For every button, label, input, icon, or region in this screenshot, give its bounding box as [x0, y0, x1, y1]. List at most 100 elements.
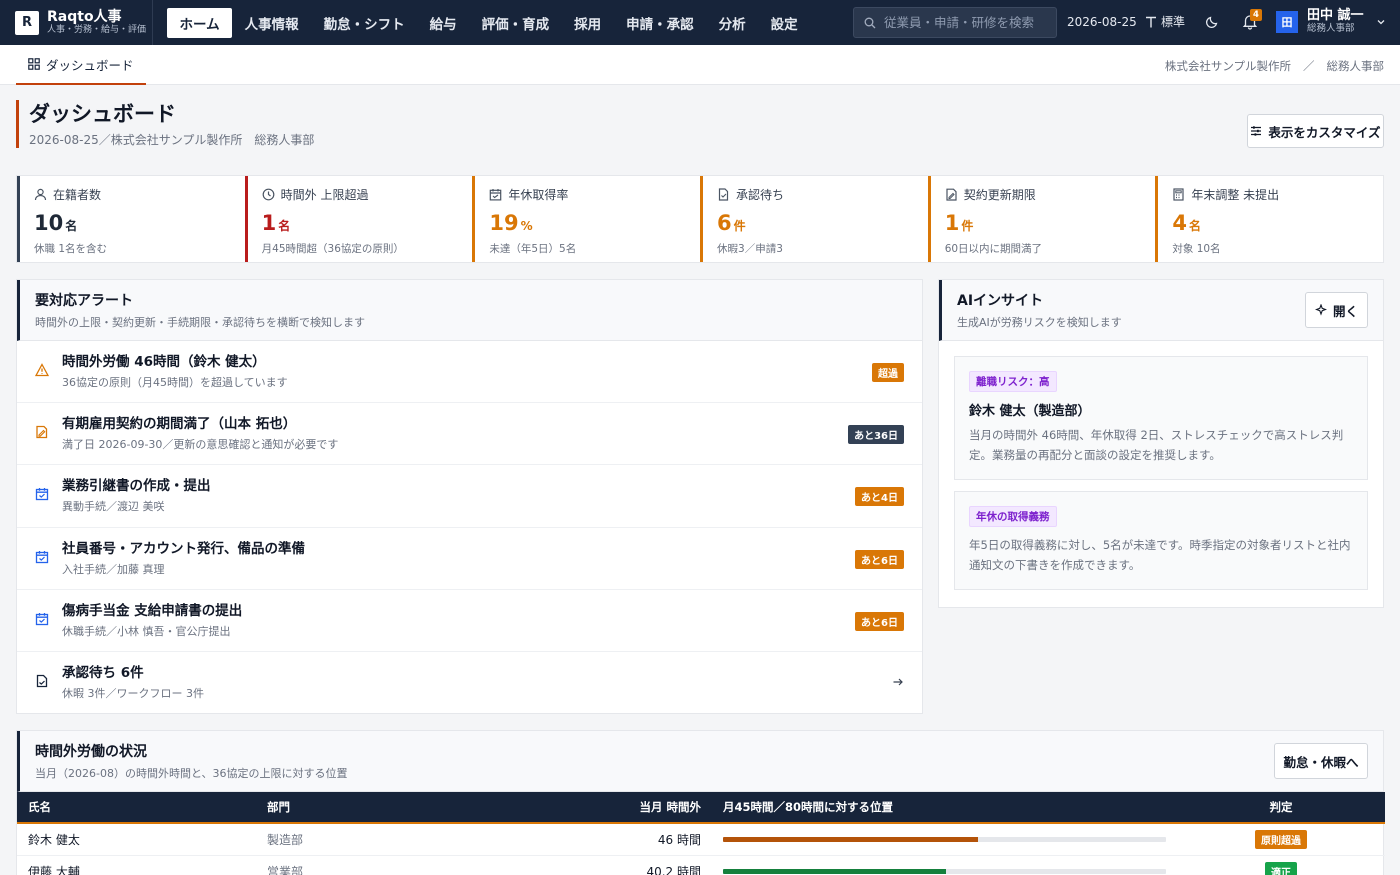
employee-name[interactable]: 伊藤 大輔	[17, 855, 256, 875]
insight-text: 年5日の取得義務に対し、5名が未達です。時季指定の対象者リストと社内通知文の下書…	[969, 538, 1351, 572]
overtime-position-cell	[712, 855, 1177, 875]
calendar-check-icon	[35, 550, 49, 568]
brand-logo: R	[15, 10, 39, 35]
alert-title: 業務引継書の作成・提出	[62, 478, 211, 495]
judgement-cell: 適正	[1177, 855, 1385, 875]
kpi-value: 10 名	[34, 210, 245, 239]
user-dept: 総務人事部	[1307, 23, 1355, 34]
kpi-number: 10	[34, 211, 64, 235]
nav-requests[interactable]: 申請・承認	[614, 8, 707, 38]
table-row[interactable]: 伊藤 大輔 営業部 40.2 時間 適正	[17, 855, 1385, 875]
alert-item[interactable]: 傷病手当金 支給申請書の提出 休職手続／小林 慎吾・官公庁提出 あと6日	[17, 590, 922, 652]
nav-recruiting[interactable]: 採用	[562, 8, 614, 38]
alert-item[interactable]: 社員番号・アカウント発行、備品の準備 入社手続／加藤 真理 あと6日	[17, 528, 922, 590]
alert-detail: 休職手続／小林 慎吾・官公庁提出	[62, 624, 231, 638]
insight-tag: 年休の取得義務	[969, 506, 1057, 527]
arrow-right-icon[interactable]	[892, 676, 904, 688]
main-nav: ホーム 人事情報 勤怠・シフト 給与 評価・育成 採用 申請・承認 分析 設定	[167, 0, 810, 45]
breadcrumb-department[interactable]: 総務人事部	[1327, 58, 1385, 74]
overtime-bar	[723, 836, 1166, 842]
alert-detail: 36協定の原則（月45時間）を超過しています	[62, 376, 288, 389]
alert-title: 承認待ち 6件	[62, 664, 144, 681]
kpi-unit: 名	[278, 219, 291, 233]
chevron-down-icon	[1377, 20, 1384, 25]
column-header-dept[interactable]: 部門	[256, 792, 486, 824]
table-row[interactable]: 鈴木 健太 製造部 46 時間 原則超過	[17, 823, 1385, 856]
column-header-judgement: 判定	[1177, 792, 1385, 824]
ai-insight-card[interactable]: 離職リスク：高 鈴木 健太（製造部） 当月の時間外 46時間、年休取得 2日、ス…	[954, 356, 1368, 480]
user-menu[interactable]: 田 田中 誠一 総務人事部	[1276, 9, 1386, 35]
kpi-unit: 名	[65, 219, 78, 233]
alert-detail: 入社手続／加藤 真理	[62, 562, 165, 576]
overtime-hours: 46 時間	[486, 823, 712, 856]
customize-button-label: 表示をカスタマイズ	[1268, 124, 1381, 140]
kpi-unit: %	[520, 219, 533, 233]
kpi-note: 対象 10名	[1172, 243, 1221, 255]
sparkle-icon	[1314, 304, 1327, 316]
kpi-card[interactable]: 在籍者数 10 名 休職 1名を含む	[17, 176, 245, 262]
alert-item[interactable]: 有期雇用契約の期間満了（山本 拓也） 満了日 2026-09-30／更新の意思確…	[17, 403, 922, 466]
overtime-hours: 40.2 時間	[486, 855, 712, 875]
search-input[interactable]	[884, 15, 1054, 30]
alert-item[interactable]: 業務引継書の作成・提出 異動手続／渡辺 美咲 あと4日	[17, 465, 922, 528]
nav-evaluation[interactable]: 評価・育成	[469, 8, 562, 38]
nav-payroll[interactable]: 給与	[417, 8, 469, 38]
overtime-panel-header: 時間外労働の状況 当月（2026-08）の時間外時間と、36協定の上限に対する位…	[17, 731, 1383, 792]
kpi-label: 契約更新期限	[963, 188, 1036, 202]
attendance-link-button[interactable]: 勤怠・休暇へ	[1274, 743, 1368, 779]
kpi-label-row: 年末調整 未提出	[1172, 186, 1383, 203]
top-navigation-bar: R Raqto人事 人事・労務・給与・評価 ホーム 人事情報 勤怠・シフト 給与…	[0, 0, 1400, 45]
contract-icon	[945, 188, 958, 201]
kpi-note: 60日以内に期間満了	[944, 243, 1043, 255]
kpi-label-row: 契約更新期限	[945, 186, 1156, 203]
column-header-hours[interactable]: 当月 時間外	[486, 792, 712, 824]
kpi-label: 承認待ち	[736, 188, 785, 202]
breadcrumb-company[interactable]: 株式会社サンプル製作所	[1165, 58, 1291, 74]
column-header-name[interactable]: 氏名	[17, 792, 256, 824]
grid-icon	[28, 58, 40, 70]
ai-insight-card[interactable]: 年休の取得義務 年5日の取得義務に対し、5名が未達です。時季指定の対象者リストと…	[954, 491, 1368, 590]
nav-home[interactable]: ホーム	[167, 7, 233, 38]
kpi-note: 未達（年5日）5名	[489, 243, 577, 255]
approval-doc-icon	[35, 674, 49, 692]
kpi-number: 6	[717, 211, 732, 235]
kpi-card[interactable]: 契約更新期限 1件 60日以内に期間満了	[927, 176, 1156, 262]
kpi-card[interactable]: 時間外 上限超過 1名 月45時間超（36協定の原則）	[244, 176, 473, 262]
global-search[interactable]	[853, 7, 1057, 38]
nav-analytics[interactable]: 分析	[706, 8, 758, 38]
judgement-cell: 原則超過	[1177, 823, 1385, 856]
alert-item[interactable]: 承認待ち 6件 休暇 3件／ワークフロー 3件	[17, 652, 922, 714]
kpi-card[interactable]: 年末調整 未提出 4名 対象 10名	[1155, 176, 1383, 262]
alert-status-badge: あと6日	[855, 611, 904, 631]
kpi-number: 1	[944, 211, 960, 235]
kpi-card[interactable]: 承認待ち 6件 休暇3／申請3	[700, 176, 928, 262]
alert-title: 社員番号・アカウント発行、備品の準備	[62, 540, 305, 557]
breadcrumb: 株式会社サンプル製作所 ／ 総務人事部	[1165, 58, 1384, 74]
alerts-panel-header: 要対応アラート 時間外の上限・契約更新・手続期限・承認待ちを横断で検知します	[17, 280, 922, 341]
tab-dashboard[interactable]: ダッシュボード	[16, 45, 146, 85]
table-header-row: 氏名 部門 当月 時間外 月45時間／80時間に対する位置 判定	[17, 792, 1385, 824]
nav-personnel[interactable]: 人事情報	[232, 8, 311, 38]
insight-title: 鈴木 健太（製造部）	[969, 404, 1091, 419]
sub-navigation-bar: ダッシュボード 株式会社サンプル製作所 ／ 総務人事部	[0, 45, 1400, 85]
nav-settings[interactable]: 設定	[758, 8, 810, 38]
user-name: 田中 誠一	[1307, 8, 1364, 23]
ai-open-label: 開く	[1332, 303, 1358, 319]
text-size-icon	[1146, 16, 1156, 27]
overtime-bar-fill	[723, 836, 978, 842]
calendar-check-icon	[35, 612, 49, 630]
moon-icon[interactable]	[1205, 13, 1221, 29]
alert-item[interactable]: 時間外労働 46時間（鈴木 健太） 36協定の原則（月45時間）を超過しています…	[17, 341, 922, 404]
alert-status-badge: あと6日	[855, 549, 904, 569]
brand[interactable]: R Raqto人事 人事・労務・給与・評価	[0, 0, 153, 45]
customize-button[interactable]: 表示をカスタマイズ	[1247, 114, 1384, 148]
ai-open-button[interactable]: 開く	[1305, 292, 1368, 328]
overtime-table: 氏名 部門 当月 時間外 月45時間／80時間に対する位置 判定 鈴木 健太 製…	[17, 792, 1385, 875]
overtime-bar-fill	[723, 868, 946, 874]
font-size-toggle[interactable]: 標準	[1145, 13, 1185, 30]
nav-attendance[interactable]: 勤怠・シフト	[311, 8, 417, 38]
kpi-card[interactable]: 年休取得率 19% 未達（年5日）5名	[472, 176, 700, 262]
kpi-note: 休職 1名を含む	[34, 243, 108, 255]
employee-name[interactable]: 鈴木 健太	[17, 823, 256, 856]
tab-dashboard-label: ダッシュボード	[46, 57, 134, 73]
